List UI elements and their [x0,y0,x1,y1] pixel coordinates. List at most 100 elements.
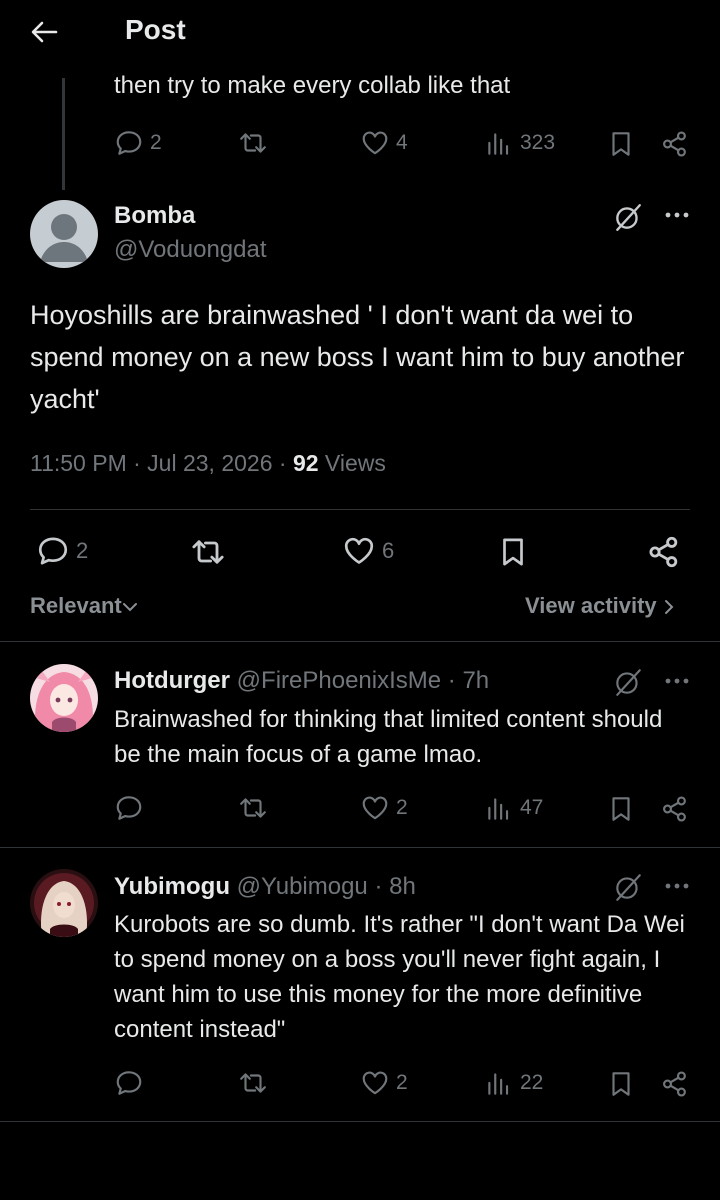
thread-connector-line [62,78,65,190]
reply-header: Yubimogu @Yubimogu · 8h [114,873,416,901]
parent-bookmark-button[interactable] [606,129,636,159]
more-button[interactable] [664,210,690,220]
parent-views-button[interactable]: 323 [484,128,555,158]
reply-text: Kurobots are so dumb. It's rather "I don… [114,911,685,1043]
view-activity-label: View activity [525,593,657,618]
repost-button[interactable] [190,534,226,570]
like-count: 2 [396,796,408,819]
like-button[interactable]: 6 [342,534,394,568]
more-button[interactable] [664,881,690,891]
heart-icon [360,128,390,158]
more-icon [665,678,689,684]
share-button[interactable] [646,534,682,570]
views-icon [484,793,514,823]
grok-icon [612,666,644,698]
share-button[interactable] [660,1069,690,1099]
heart-icon [360,1068,390,1098]
anime-avatar-image [30,664,98,732]
avatar[interactable] [30,664,98,732]
divider [30,509,690,510]
post-age[interactable]: · 8h [374,873,415,900]
bookmark-button[interactable] [606,1069,636,1099]
display-name[interactable]: Hotdurger [114,667,230,694]
chevron-down-icon [122,601,138,613]
more-icon [665,212,689,218]
user-handle[interactable]: @Yubimogu [237,873,368,900]
sort-dropdown[interactable]: Relevant [30,593,138,619]
chevron-right-icon [663,598,675,616]
bookmark-icon [606,794,636,824]
bookmark-icon [606,129,636,159]
view-activity-link[interactable]: View activity [525,593,675,619]
grok-icon [612,871,644,903]
more-icon [665,883,689,889]
like-count: 4 [396,131,408,154]
parent-repost-button[interactable] [238,128,268,158]
reply-text: Brainwashed for thinking that limited co… [114,706,663,768]
views-count: 323 [520,131,556,154]
display-name[interactable]: Yubimogu [114,873,230,900]
reply-count: 2 [150,131,162,154]
avatar[interactable] [30,200,98,268]
views-label: Views [318,450,386,476]
repost-icon [238,1068,268,1098]
anime-avatar-image [30,869,98,937]
views-count: 47 [520,796,544,819]
parent-share-button[interactable] [660,129,690,159]
like-button[interactable]: 2 [360,1068,408,1098]
share-icon [660,794,690,824]
like-count: 2 [396,1071,408,1094]
bookmark-button[interactable] [606,794,636,824]
bookmark-button[interactable] [496,534,530,570]
divider [0,847,720,848]
share-icon [660,129,690,159]
repost-button[interactable] [238,793,268,823]
bookmark-icon [496,534,530,570]
back-button[interactable] [28,16,64,48]
parent-tweet-text: then try to make every collab like that [114,72,511,99]
heart-icon [360,793,390,823]
grok-button[interactable] [612,201,644,233]
views-icon [484,128,514,158]
grok-icon [612,201,644,233]
parent-reply-button[interactable]: 2 [114,128,162,158]
reply-button[interactable]: 2 [36,534,88,568]
sort-label: Relevant [30,593,122,618]
views-icon [484,1068,514,1098]
user-handle[interactable]: @FirePhoenixIsMe [237,667,441,694]
like-count: 6 [382,538,395,563]
repost-icon [238,128,268,158]
share-icon [660,1069,690,1099]
top-bar [0,0,720,64]
share-button[interactable] [660,794,690,824]
reply-count: 2 [76,538,89,563]
grok-button[interactable] [612,666,644,698]
repost-button[interactable] [238,1068,268,1098]
views-count: 92 [292,450,319,476]
like-button[interactable]: 2 [360,793,408,823]
reply-icon [114,793,144,823]
avatar[interactable] [30,869,98,937]
page-title: Post [125,14,186,45]
repost-icon [190,534,226,570]
reply-icon [114,1068,144,1098]
views-button[interactable]: 22 [484,1068,543,1098]
user-handle[interactable]: @Voduongdat [114,236,267,264]
arrow-left-icon [31,21,58,43]
tweet-metadata: 11:50 PM · Jul 23, 2026 · 92 Views [30,450,386,477]
display-name[interactable]: Bomba [114,202,195,230]
more-button[interactable] [664,676,690,686]
views-button[interactable]: 47 [484,793,543,823]
timestamp[interactable]: 11:50 PM · Jul 23, 2026 · [30,450,293,476]
reply-icon [114,128,144,158]
parent-like-button[interactable]: 4 [360,128,408,158]
heart-icon [342,534,376,568]
grok-button[interactable] [612,871,644,903]
post-age[interactable]: · 7h [448,667,489,694]
repost-icon [238,793,268,823]
divider [0,641,720,642]
bookmark-icon [606,1069,636,1099]
reply-button[interactable] [114,1068,144,1098]
reply-button[interactable] [114,793,144,823]
views-count: 22 [520,1071,544,1094]
